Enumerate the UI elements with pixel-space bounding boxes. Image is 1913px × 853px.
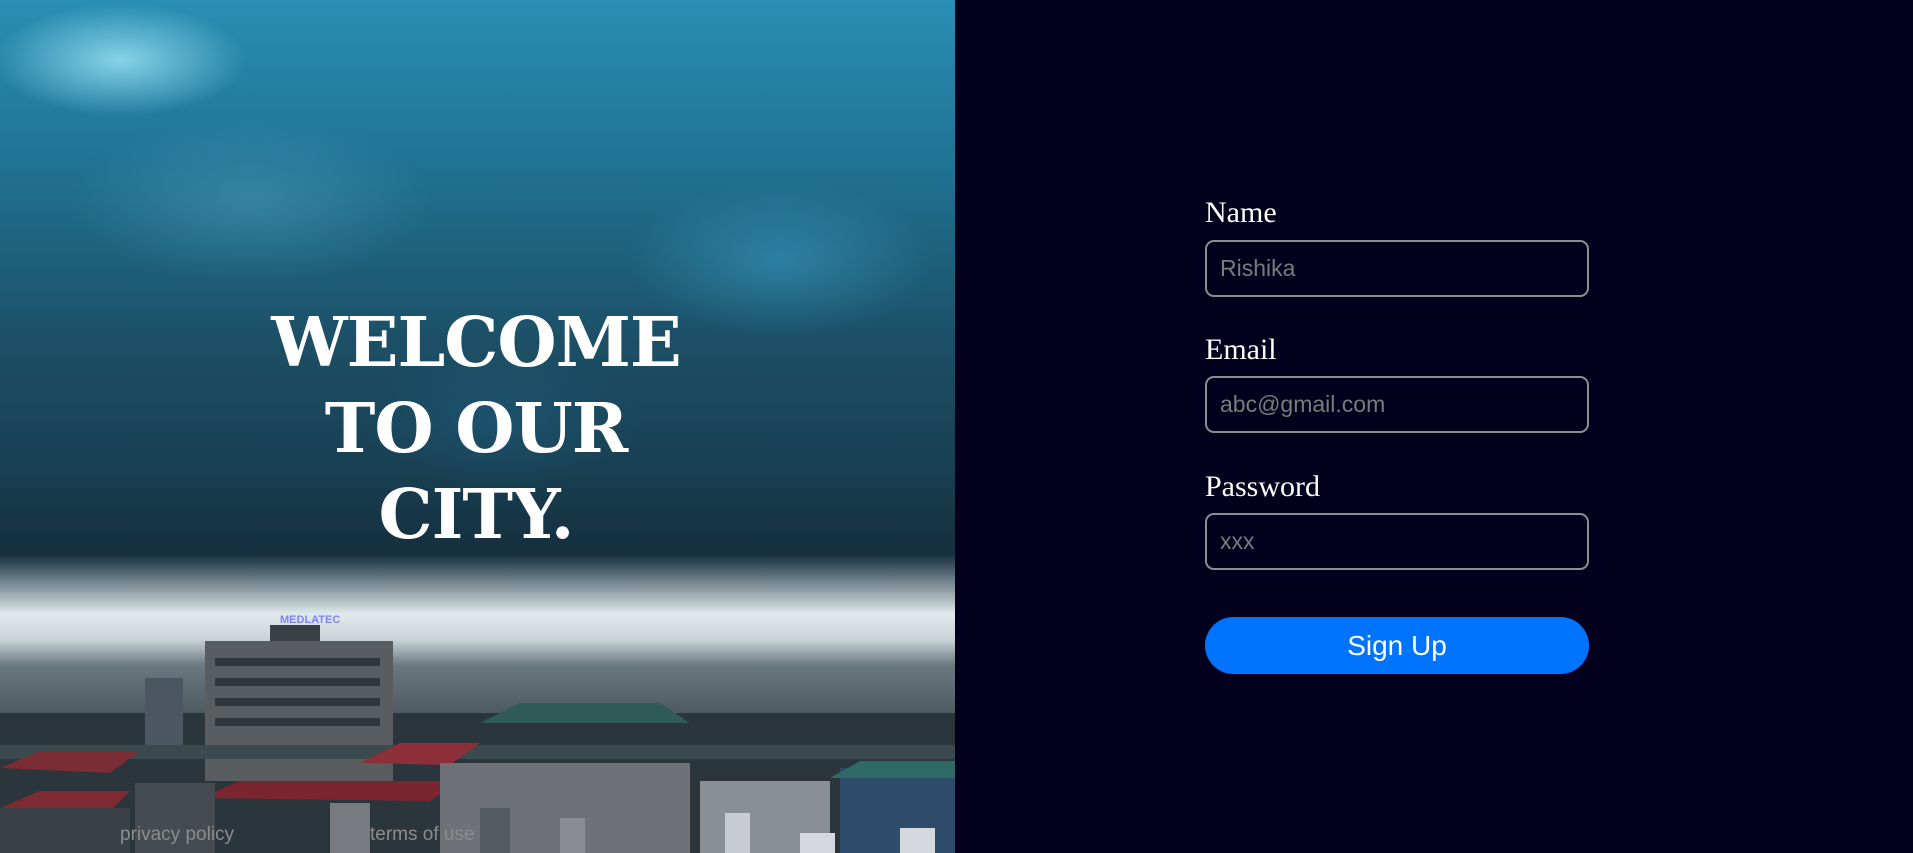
city-skyline-image: MEDLATEC [0, 614, 955, 853]
name-input[interactable] [1205, 240, 1589, 297]
password-input[interactable] [1205, 513, 1589, 570]
signup-form-panel: Name Email Password Sign Up [955, 0, 1913, 853]
headline-line-3: CITY. [378, 475, 575, 555]
sign-up-button[interactable]: Sign Up [1205, 617, 1589, 674]
terms-of-use-link[interactable]: terms of use [370, 824, 475, 846]
hero-panel: MEDLATEC WELCOME TO OUR CITY. privacy po… [0, 0, 955, 853]
email-input[interactable] [1205, 376, 1589, 433]
headline-line-1: WELCOME [271, 303, 681, 383]
building-sign-text: MEDLATEC [280, 614, 340, 626]
email-label: Email [1205, 333, 1277, 366]
privacy-policy-link[interactable]: privacy policy [120, 824, 234, 846]
headline-line-2: TO OUR [324, 389, 629, 469]
password-label: Password [1205, 470, 1321, 503]
welcome-headline: WELCOME TO OUR CITY. [246, 300, 706, 558]
name-label: Name [1205, 196, 1277, 229]
